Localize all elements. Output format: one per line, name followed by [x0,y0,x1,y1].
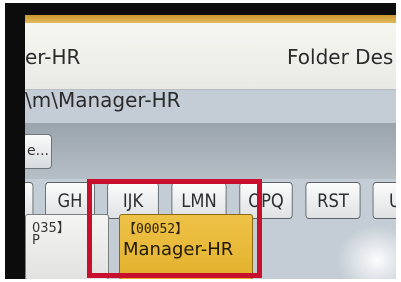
edit-button-label: e... [27,143,49,159]
top-accent-bar [25,15,396,23]
edit-button[interactable]: e... [25,134,52,169]
toolbar-band [25,123,396,179]
tab-rst[interactable]: RST [305,182,361,219]
folder-path-text: \m\Manager-HR [25,88,181,112]
photo-frame: er-HR Folder Des \m\Manager-HR e... C GH… [5,3,396,279]
tab-u[interactable]: U [372,182,396,219]
destination-sub: P [32,233,40,248]
highlight-box [87,179,262,278]
folder-name-text: er-HR [25,45,81,69]
screen-glare [337,225,396,279]
folder-description-label: Folder Des [287,45,394,69]
